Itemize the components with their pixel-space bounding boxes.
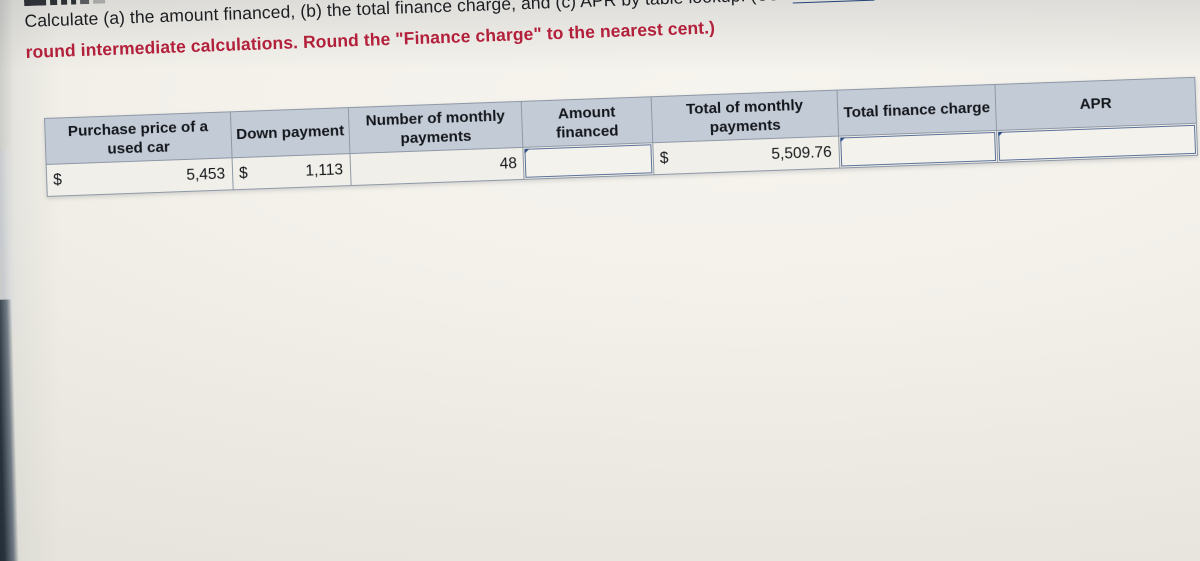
cell-total-of-monthly-payments: $ 5,509.76 xyxy=(652,136,840,175)
column-header-total-of-monthly-payments: Total of monthly payments xyxy=(651,90,839,143)
purchase-price-value: 5,453 xyxy=(186,165,226,184)
cell-purchase-price: $ 5,453 xyxy=(46,157,234,197)
question-prompt: Calculate (a) the amount financed, (b) t… xyxy=(24,0,1200,68)
amount-financed-input[interactable] xyxy=(524,144,653,178)
cell-number-of-monthly-payments: 48 xyxy=(349,147,525,186)
column-header-purchase-price: Purchase price of a used car xyxy=(44,111,233,165)
apr-input[interactable] xyxy=(998,124,1197,161)
column-header-apr: APR xyxy=(994,77,1197,131)
total-finance-charge-input[interactable] xyxy=(840,131,997,167)
cell-total-finance-charge[interactable] xyxy=(838,130,998,169)
screenshot-page: Calculate (a) the amount financed, (b) t… xyxy=(0,0,1200,561)
total-of-monthly-payments-currency: $ xyxy=(659,149,669,167)
number-of-monthly-payments-value: 48 xyxy=(499,154,518,173)
cell-apr[interactable] xyxy=(996,123,1198,163)
down-payment-value: 1,113 xyxy=(305,160,344,180)
column-header-amount-financed: Amount financed xyxy=(521,96,653,148)
prompt-text-part-2: and xyxy=(874,0,914,1)
table-14-1-link[interactable]: Table 14.1 xyxy=(792,0,874,3)
down-payment-currency: $ xyxy=(238,164,249,182)
total-of-monthly-payments-value: 5,509.76 xyxy=(771,143,833,163)
purchase-price-currency: $ xyxy=(52,170,63,189)
answer-table-container: Purchase price of a used car Down paymen… xyxy=(44,76,1199,197)
cell-amount-financed[interactable] xyxy=(522,142,654,180)
column-header-number-of-monthly-payments: Number of monthly payments xyxy=(348,101,523,154)
column-header-total-finance-charge: Total finance charge xyxy=(837,84,997,137)
column-header-down-payment: Down payment xyxy=(230,107,350,158)
answer-table: Purchase price of a used car Down paymen… xyxy=(44,76,1199,197)
screen-bezel-shadow xyxy=(0,299,20,561)
cell-down-payment: $ 1,113 xyxy=(232,153,352,190)
